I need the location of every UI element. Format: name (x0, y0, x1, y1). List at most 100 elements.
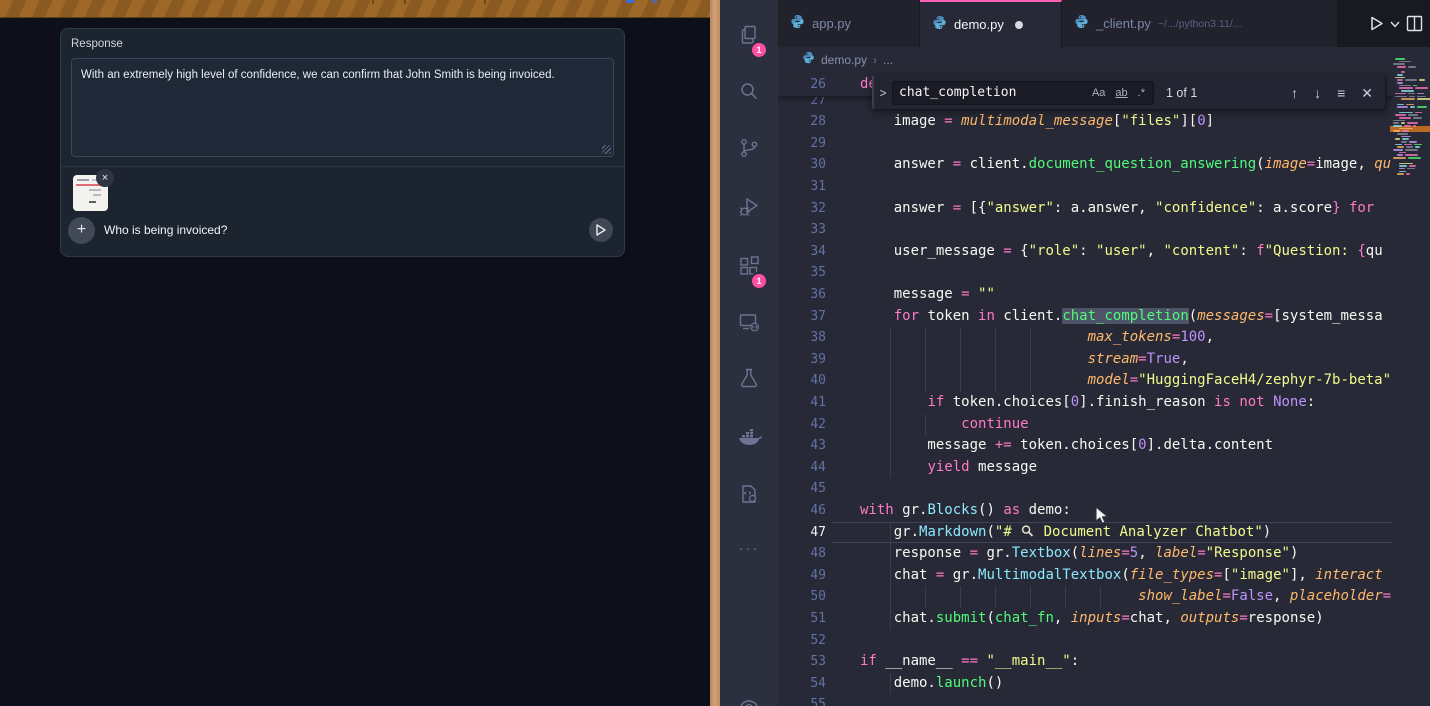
line-number: 43 (778, 435, 826, 457)
line-number: 52 (778, 630, 826, 652)
code-line-39: 39 stream=True, (778, 349, 1392, 371)
tab-label: _client.py (1096, 16, 1151, 31)
find-input[interactable] (897, 84, 1086, 101)
run-button-icon[interactable] (1368, 15, 1385, 32)
topbar-tick (404, 0, 406, 4)
find-next-button[interactable]: ↓ (1314, 86, 1321, 100)
python-file-icon (1074, 14, 1089, 34)
line-number: 50 (778, 586, 826, 608)
code-line-46: 46with gr.Blocks() as demo: (778, 500, 1392, 522)
line-number: 40 (778, 370, 826, 392)
code-line-54: 54 demo.launch() (778, 673, 1392, 695)
line-number: 29 (778, 133, 826, 155)
sidebar-item-search[interactable] (720, 67, 778, 115)
code-line-40: 40 model="HuggingFaceH4/zephyr-7b-beta" (778, 370, 1392, 392)
code-line-51: 51 chat.submit(chat_fn, inputs=chat, out… (778, 608, 1392, 630)
tab-label: app.py (812, 16, 851, 31)
line-number: 34 (778, 241, 826, 263)
line-number: 28 (778, 111, 826, 133)
topbar-blue-mark (652, 0, 657, 3)
line-number: 37 (778, 306, 826, 328)
chat-input-row: + Who is being invoiced? (61, 217, 624, 258)
run-dropdown-chevron-icon[interactable] (1390, 21, 1400, 28)
code-line-35: 35 (778, 262, 1392, 284)
sidebar-item-testing[interactable] (720, 354, 778, 402)
response-text: With an extremely high level of confiden… (81, 68, 604, 84)
resize-handle-icon[interactable] (602, 145, 611, 154)
remove-attachment-button[interactable]: × (96, 169, 114, 187)
modified-dot-icon[interactable] (1015, 21, 1023, 29)
search-icon (737, 79, 761, 103)
editor-tab-bar: app.py demo.py _client.py ~/.../python3.11/… (778, 0, 1430, 47)
line-number: 33 (778, 219, 826, 241)
send-icon (594, 223, 608, 237)
line-number: 26 (778, 74, 826, 96)
breadcrumb-ellipsis[interactable]: ... (883, 53, 893, 67)
line-number: 47 (778, 522, 826, 544)
regex-toggle[interactable]: .* (1134, 86, 1149, 100)
activity-bar: 1 (720, 0, 778, 706)
tab-app-py[interactable]: app.py (778, 0, 920, 47)
minimap[interactable] (1392, 56, 1430, 178)
more-views-icon[interactable]: ··· (720, 540, 778, 557)
sidebar-item-source-control[interactable] (720, 124, 778, 172)
tab-demo-py[interactable]: demo.py (920, 0, 1062, 47)
find-close-button[interactable]: ✕ (1361, 86, 1373, 100)
chat-input[interactable]: Who is being invoiced? (104, 223, 227, 237)
line-number: 44 (778, 457, 826, 479)
sidebar-item-docker[interactable] (720, 413, 778, 461)
find-previous-button[interactable]: ↑ (1291, 86, 1298, 100)
match-case-toggle[interactable]: Aa (1088, 86, 1109, 100)
code-line-47: 47 gr.Markdown("# Document Analyzer Chat… (778, 522, 1392, 544)
line-number: 38 (778, 327, 826, 349)
breadcrumb[interactable]: demo.py › ... (778, 47, 1392, 73)
line-number: 54 (778, 673, 826, 695)
find-in-selection-button[interactable]: ≡ (1337, 86, 1345, 100)
code-line-42: 42 continue (778, 414, 1392, 436)
topbar-tick (484, 0, 486, 4)
breadcrumb-separator: › (873, 53, 877, 67)
sidebar-item-run-debug[interactable] (720, 183, 778, 231)
tab-_client-py[interactable]: _client.py ~/.../python3.11/... (1062, 0, 1338, 47)
line-number: 45 (778, 478, 826, 500)
account-icon[interactable] (720, 686, 778, 706)
toggle-replace-chevron-icon[interactable]: > (874, 86, 892, 100)
whole-word-toggle[interactable]: ab (1111, 86, 1131, 100)
line-number: 39 (778, 349, 826, 371)
code-line-52: 52 (778, 630, 1392, 652)
mouse-cursor (1094, 506, 1112, 525)
split-editor-button-icon[interactable] (1406, 15, 1423, 32)
code-line-29: 29 (778, 133, 1392, 155)
sidebar-item-remote-explorer[interactable] (720, 298, 778, 346)
add-file-button[interactable]: + (68, 217, 95, 244)
editor-actions (1354, 0, 1430, 47)
line-number: 48 (778, 543, 826, 565)
tab-description: ~/.../python3.11/... (1158, 18, 1242, 30)
line-number: 53 (778, 651, 826, 673)
code-line-34: 34 user_message = {"role": "user", "cont… (778, 241, 1392, 263)
code-line-32: 32 answer = [{"answer": a.answer, "confi… (778, 198, 1392, 220)
send-button[interactable] (589, 218, 613, 242)
line-number: 55 (778, 694, 826, 706)
code-line-49: 49 chat = gr.MultimodalTextbox(file_type… (778, 565, 1392, 587)
code-line-38: 38 max_tokens=100, (778, 327, 1392, 349)
breadcrumb-file[interactable]: demo.py (821, 53, 867, 67)
sidebar-item-explorer[interactable]: 1 (720, 11, 778, 59)
browser-theme-strip (0, 0, 710, 18)
window-divider[interactable] (710, 0, 720, 706)
code-line-33: 33 (778, 219, 1392, 241)
sidebar-item-code-tools[interactable] (720, 470, 778, 518)
line-number: 30 (778, 154, 826, 176)
find-widget: > Aa ab .* 1 of 1 ↑ ↓ ≡ ✕ (872, 76, 1386, 110)
beaker-icon (737, 366, 761, 390)
gradio-app-pane: Response With an extremely high level of… (0, 0, 710, 706)
topbar-tick (372, 0, 374, 4)
code-line-53: 53if __name__ == "__main__": (778, 651, 1392, 673)
response-textarea[interactable]: With an extremely high level of confiden… (71, 58, 614, 157)
code-line-28: 28 image = multimodal_message["files"][0… (778, 111, 1392, 133)
sidebar-item-extensions[interactable]: 1 (720, 242, 778, 290)
code-line-50: 50 show_label=False, placeholder= (778, 586, 1392, 608)
line-number: 31 (778, 176, 826, 198)
response-card: Response With an extremely high level of… (60, 28, 625, 257)
code-line-48: 48 response = gr.Textbox(lines=5, label=… (778, 543, 1392, 565)
